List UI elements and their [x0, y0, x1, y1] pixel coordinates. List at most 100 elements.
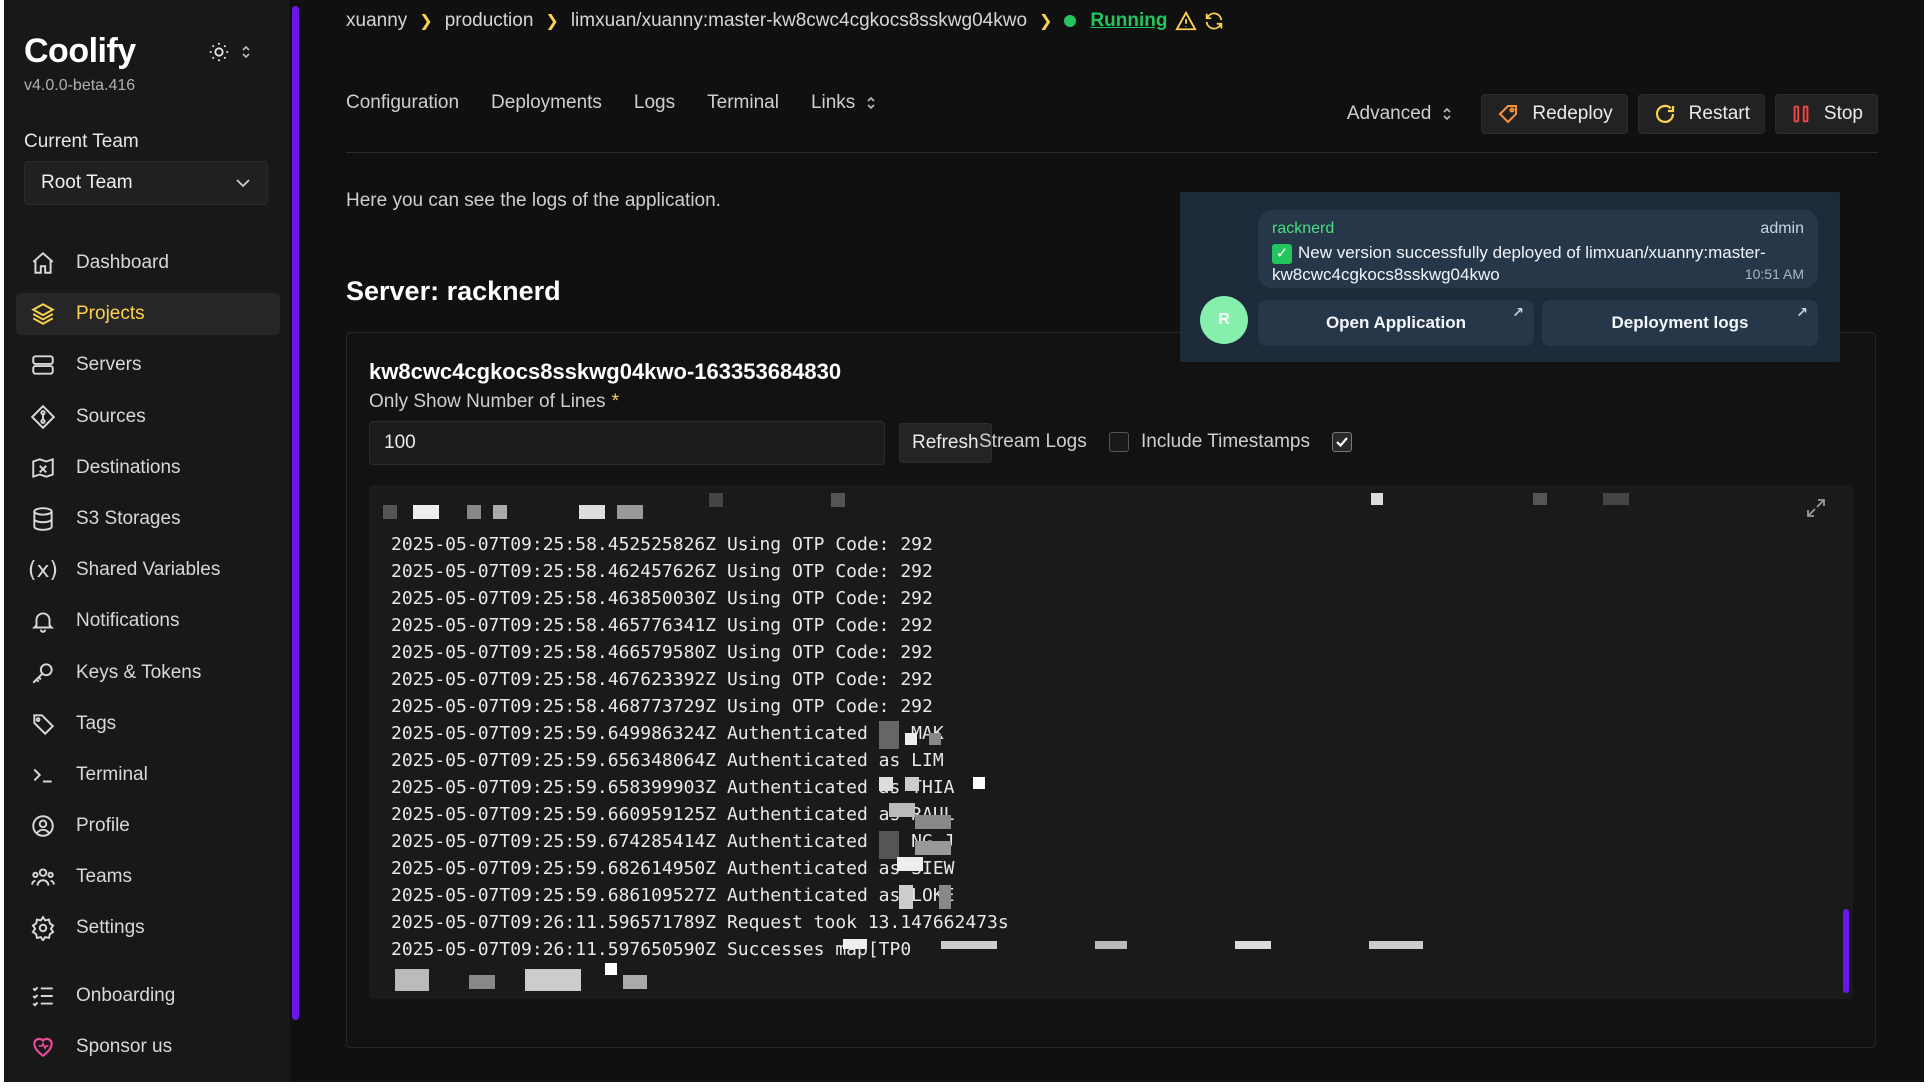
theme-toggle[interactable] [208, 38, 268, 66]
log-output[interactable]: 2025-05-07T09:25:58.452525826Z Using OTP… [369, 485, 1853, 999]
log-line: 2025-05-07T09:25:58.467623392Z Using OTP… [391, 669, 933, 690]
key-icon [28, 658, 58, 688]
sidebar-item-destinations[interactable]: Destinations [16, 447, 280, 489]
log-line: 2025-05-07T09:26:11.597650590Z Successes… [391, 939, 912, 960]
sidebar-item-sources[interactable]: Sources [16, 396, 280, 438]
sidebar-item-dashboard[interactable]: Dashboard [16, 242, 280, 284]
breadcrumb-team[interactable]: xuanny [346, 10, 407, 32]
sidebar-item-label: Settings [76, 917, 145, 939]
sidebar-item-keys-tokens[interactable]: Keys & Tokens [16, 652, 280, 694]
app-logo[interactable]: Coolify [24, 32, 136, 71]
sidebar-item-tags[interactable]: Tags [16, 703, 280, 745]
redacted-block [973, 777, 985, 789]
sidebar-item-label: Sources [76, 405, 146, 427]
tab-terminal[interactable]: Terminal [707, 92, 779, 114]
sidebar-item-label: Servers [76, 354, 142, 376]
redacted-block [879, 721, 899, 749]
team-select[interactable]: Root Team [24, 161, 268, 205]
sidebar-item-label: Teams [76, 866, 132, 888]
open-application-button[interactable]: Open Application ↗ [1258, 300, 1534, 346]
variable-icon: (x) [27, 557, 59, 583]
sidebar-item-sponsor[interactable]: Sponsor us [16, 1026, 280, 1068]
required-asterisk: * [611, 391, 619, 412]
stream-logs-option[interactable]: Stream Logs [979, 431, 1129, 453]
sidebar-item-projects[interactable]: Projects [16, 293, 280, 336]
warning-icon[interactable] [1175, 10, 1198, 32]
sidebar-item-notifications[interactable]: Notifications [16, 600, 280, 642]
expand-icon[interactable] [1805, 497, 1827, 519]
log-scrollbar[interactable] [1843, 909, 1849, 993]
sidebar-item-settings[interactable]: Settings [16, 907, 280, 949]
sidebar-item-label: Destinations [76, 456, 181, 478]
current-team-label: Current Team [24, 131, 139, 152]
checklist-icon [28, 981, 58, 1011]
stream-logs-label: Stream Logs [979, 431, 1087, 452]
tab-configuration[interactable]: Configuration [346, 92, 459, 114]
tab-links-label: Links [810, 92, 856, 113]
lines-input[interactable] [369, 421, 885, 465]
redacted-block [915, 841, 951, 855]
sidebar-item-terminal[interactable]: Terminal [16, 754, 280, 796]
status-dot [1064, 15, 1077, 27]
sidebar-item-s3-storages[interactable]: S3 Storages [16, 498, 280, 540]
deployment-logs-label: Deployment logs [1611, 313, 1749, 332]
redacted-block [395, 969, 429, 991]
redacted-block [1603, 493, 1629, 505]
chevron-right-icon: ❯ [545, 13, 559, 30]
deployment-logs-button[interactable]: Deployment logs ↗ [1542, 300, 1818, 346]
logs-help-text: Here you can see the logs of the applica… [346, 190, 721, 211]
notification-role: admin [1760, 220, 1804, 237]
status-running-link[interactable]: Running [1090, 10, 1167, 32]
stream-logs-checkbox[interactable] [1108, 432, 1129, 452]
redacted-block [843, 939, 867, 949]
redacted-block [899, 885, 913, 909]
redacted-block [493, 505, 507, 519]
sidebar-item-label: Notifications [76, 610, 180, 632]
restart-button[interactable]: Restart [1637, 94, 1765, 134]
tab-logs[interactable]: Logs [634, 92, 675, 114]
lines-label: Only Show Number of Lines * [369, 391, 619, 413]
breadcrumb-environment[interactable]: production [445, 10, 534, 32]
external-link-icon: ↗ [1512, 304, 1524, 320]
resource-actions: Advanced Redeploy Restart Stop [1347, 94, 1878, 134]
redacted-block [905, 733, 917, 745]
sidebar-item-teams[interactable]: Teams [16, 856, 280, 898]
tab-links[interactable]: Links [811, 92, 877, 114]
server-title: Server: racknerd [346, 276, 561, 306]
avatar: R [1200, 296, 1248, 344]
timestamps-checkbox[interactable] [1331, 432, 1352, 452]
sidebar-item-onboarding[interactable]: Onboarding [16, 975, 280, 1017]
chevron-updown-icon [867, 96, 875, 110]
stop-button[interactable]: Stop [1774, 94, 1878, 134]
notification-message-text: New version successfully deployed of lim… [1272, 243, 1766, 284]
sidebar-scrollbar[interactable] [292, 6, 299, 1020]
layers-icon [28, 299, 58, 329]
redacted-block [905, 777, 919, 791]
redacted-block [605, 963, 617, 975]
redacted-block [623, 975, 647, 989]
redacted-block [1533, 493, 1547, 505]
chevron-updown-icon [242, 45, 250, 59]
sidebar-item-servers[interactable]: Servers [16, 344, 280, 386]
git-icon [28, 402, 58, 432]
sidebar-bottom-nav: Onboarding Sponsor us [16, 975, 280, 1077]
sun-icon [209, 42, 229, 62]
redeploy-icon [1498, 105, 1518, 124]
bell-icon [28, 606, 58, 636]
chevron-updown-icon [1443, 107, 1451, 121]
sidebar-nav: Dashboard Projects Servers Sources Desti… [16, 242, 280, 959]
sidebar-item-label: S3 Storages [76, 507, 181, 529]
timestamps-option[interactable]: Include Timestamps [1141, 431, 1352, 453]
refresh-icon[interactable] [1203, 10, 1225, 32]
sidebar-item-shared-variables[interactable]: (x) Shared Variables [16, 549, 280, 591]
redeploy-button[interactable]: Redeploy [1481, 94, 1628, 134]
destination-icon [28, 453, 58, 483]
advanced-dropdown[interactable]: Advanced [1347, 103, 1454, 125]
redacted-block [915, 815, 951, 829]
tab-deployments[interactable]: Deployments [491, 92, 602, 114]
advanced-label: Advanced [1346, 103, 1432, 124]
breadcrumb-resource[interactable]: limxuan/xuanny:master-kw8cwc4cgkocs8sskw… [571, 10, 1027, 32]
sidebar-item-profile[interactable]: Profile [16, 805, 280, 847]
refresh-button[interactable]: Refresh [899, 423, 992, 463]
restart-icon [1655, 104, 1674, 123]
